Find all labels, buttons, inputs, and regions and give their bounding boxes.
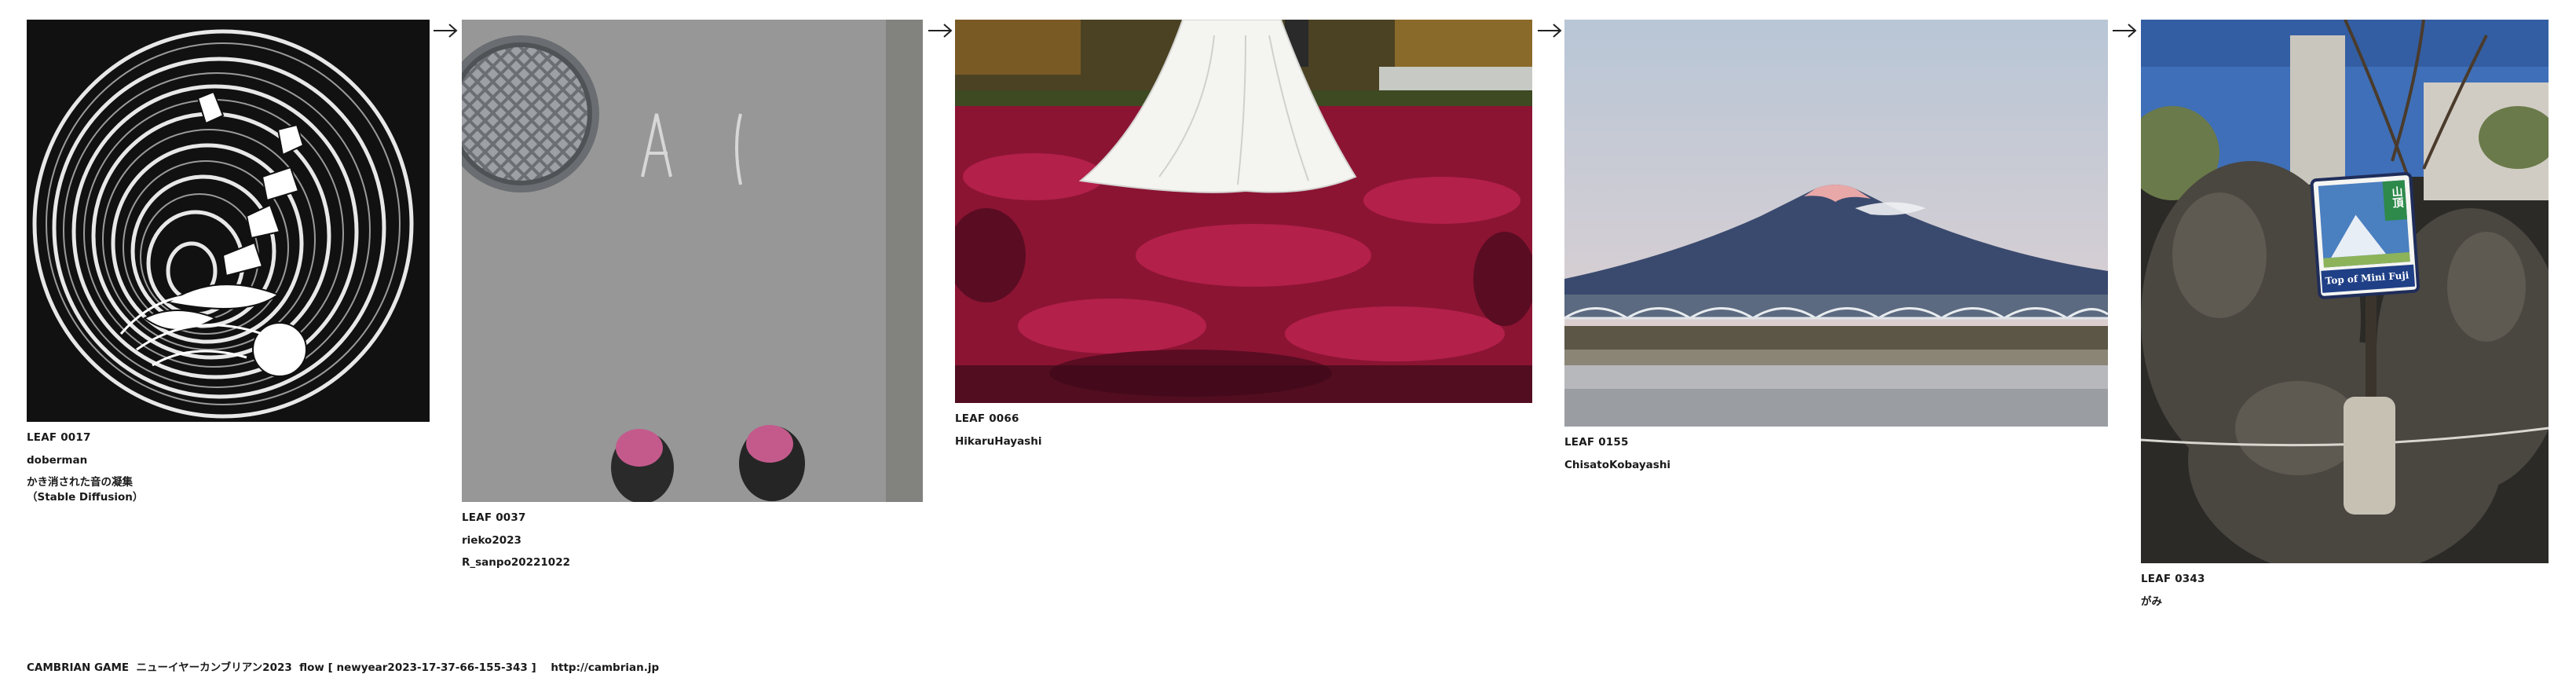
leaf-code: LEAF 0037 — [462, 511, 526, 524]
leaf-image-mount-fuji[interactable] — [1564, 20, 2108, 427]
leaf-title: R_sanpo20221022 — [462, 555, 570, 569]
leaf-card-0343[interactable]: Top of Mini Fuji 山頂 LEAF 0343 がみ — [2141, 20, 2549, 617]
leaf-image-asphalt[interactable] — [462, 20, 923, 502]
leaf-code: LEAF 0017 — [27, 431, 91, 444]
leaf-author[interactable]: がみ — [2141, 595, 2549, 609]
leaf-image-mini-fuji[interactable]: Top of Mini Fuji 山頂 — [2141, 20, 2549, 563]
leaf-card-0066[interactable]: LEAF 0066 HikaruHayashi — [955, 20, 1532, 456]
leaf-card-0037[interactable]: LEAF 0037 rieko2023 R_sanpo20221022 — [462, 20, 923, 570]
leaf-card-0017[interactable]: LEAF 0017 doberman かき消された音の凝集 （Stable Di… — [27, 20, 430, 505]
leaf-author[interactable]: HikaruHayashi — [955, 435, 1532, 449]
leaf-author[interactable]: ChisatoKobayashi — [1564, 459, 2108, 472]
leaf-author[interactable]: rieko2023 — [462, 534, 923, 548]
right-arrow-icon — [2111, 22, 2138, 39]
leaf-code: LEAF 0155 — [1564, 436, 1629, 449]
leaf-code: LEAF 0343 — [2141, 573, 2205, 585]
leaf-card-0155[interactable]: LEAF 0155 ChisatoKobayashi — [1564, 20, 2108, 480]
leaf-title: かき消された音の凝集 （Stable Diffusion） — [27, 475, 144, 504]
leaf-image-wedding-dress[interactable] — [955, 20, 1532, 403]
right-arrow-icon — [927, 22, 953, 39]
leaf-code: LEAF 0066 — [955, 412, 1019, 425]
leaf-image-abstract-ink[interactable] — [27, 20, 430, 422]
leaf-author[interactable]: doberman — [27, 454, 430, 467]
sign-kanji: 山頂 — [2390, 185, 2404, 209]
right-arrow-icon — [1536, 22, 1563, 39]
right-arrow-icon — [432, 22, 459, 39]
footer-credit: CAMBRIAN GAME ニューイヤーカンブリアン2023 flow [ ne… — [27, 661, 660, 674]
